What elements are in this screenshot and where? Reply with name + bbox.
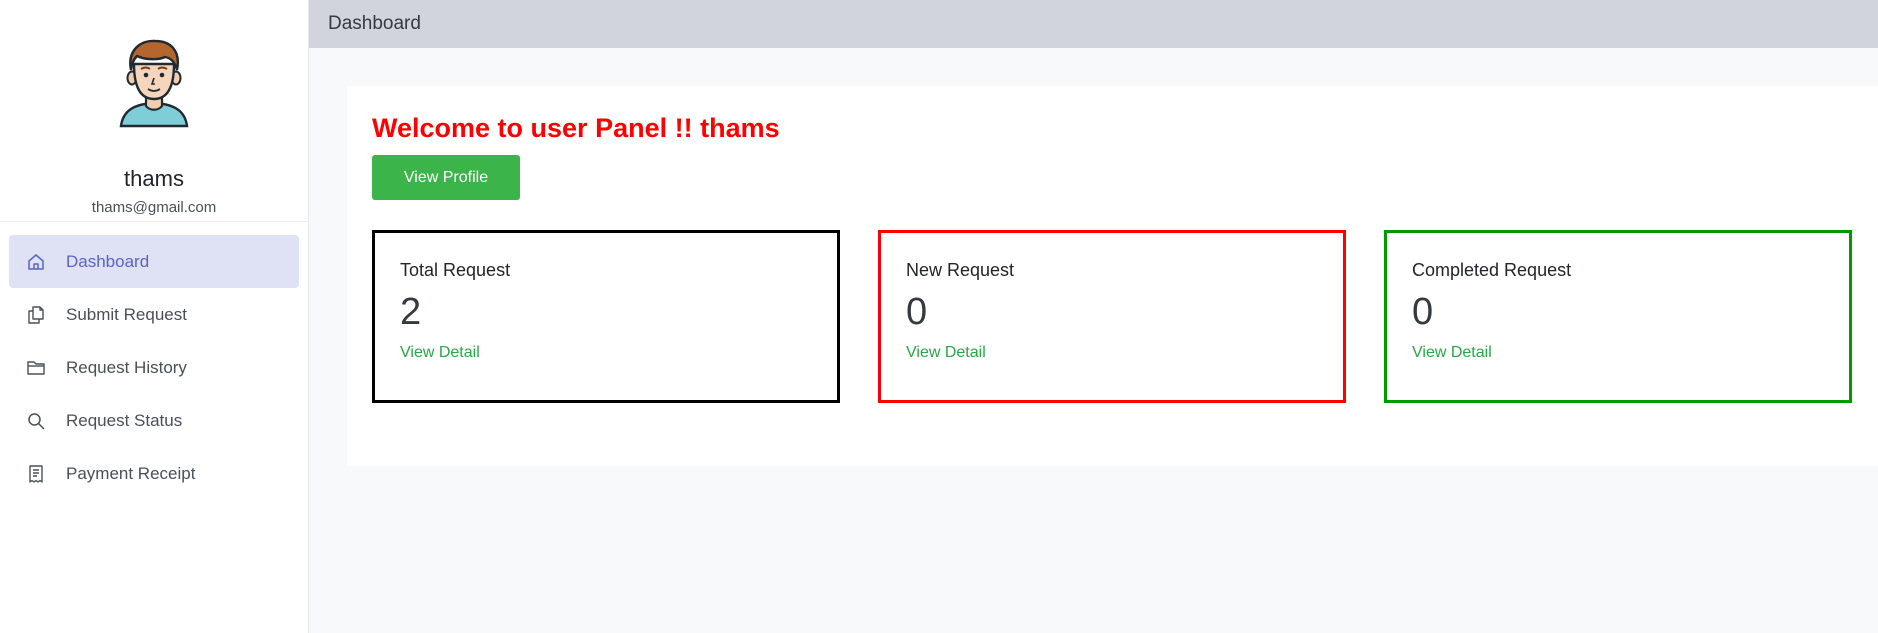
profile-email: thams@gmail.com [91, 199, 217, 216]
search-icon [25, 410, 47, 432]
sidebar-item-submit-request[interactable]: Submit Request [9, 288, 299, 341]
sidebar-item-request-status[interactable]: Request Status [9, 394, 299, 447]
stat-card-completed-request: Completed Request 0 View Detail [1384, 230, 1852, 403]
sidebar: thams thams@gmail.com Dashboard Submit R… [0, 0, 309, 633]
stat-title: Completed Request [1412, 260, 1572, 280]
sidebar-item-label: Payment Receipt [66, 463, 196, 483]
sidebar-item-label: Submit Request [66, 304, 187, 324]
sidebar-nav: Dashboard Submit Request Request History [0, 222, 308, 500]
view-profile-button[interactable]: View Profile [372, 155, 520, 200]
profile-section: thams thams@gmail.com [0, 0, 308, 222]
stat-card-total-request: Total Request 2 View Detail [372, 230, 840, 403]
view-detail-link[interactable]: View Detail [1412, 344, 1492, 362]
folder-icon [25, 357, 47, 379]
home-icon [25, 251, 47, 273]
stat-value: 2 [400, 291, 422, 333]
stat-value: 0 [906, 291, 928, 333]
sidebar-item-label: Request Status [66, 410, 183, 430]
profile-name: thams [124, 166, 184, 191]
page-title: Dashboard [328, 13, 421, 34]
welcome-heading: Welcome to user Panel !! thams [372, 113, 780, 143]
sidebar-item-dashboard[interactable]: Dashboard [9, 235, 299, 288]
stat-value: 0 [1412, 291, 1434, 333]
stat-title: Total Request [400, 260, 511, 280]
sidebar-item-label: Request History [66, 357, 187, 377]
view-detail-link[interactable]: View Detail [906, 344, 986, 362]
sidebar-item-request-history[interactable]: Request History [9, 341, 299, 394]
sidebar-item-label: Dashboard [66, 251, 150, 271]
dashboard-panel: Welcome to user Panel !! thams View Prof… [347, 86, 1878, 466]
view-detail-link[interactable]: View Detail [400, 344, 480, 362]
user-avatar-icon [119, 39, 189, 128]
stat-card-new-request: New Request 0 View Detail [878, 230, 1346, 403]
stat-title: New Request [906, 260, 1015, 280]
documents-icon [25, 304, 47, 326]
receipt-icon [25, 463, 47, 485]
sidebar-item-payment-receipt[interactable]: Payment Receipt [9, 447, 299, 500]
top-header: Dashboard [309, 0, 1878, 48]
